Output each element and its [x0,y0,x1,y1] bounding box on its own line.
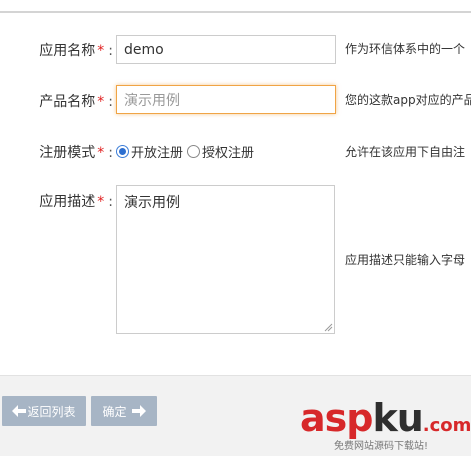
arrow-right-icon [131,405,146,417]
watermark-tagline: 免费网站源码下载站! [334,441,429,452]
confirm-label: 确定 [102,404,127,419]
description-textarea[interactable]: 演示用例 [116,185,335,334]
back-to-list-button[interactable]: 返回列表 [2,396,86,426]
top-divider [0,11,471,13]
register-mode-label: 注册模式 *: [0,142,113,162]
required-mark: * [97,43,105,59]
confirm-button[interactable]: 确定 [91,396,157,426]
resize-grip-icon[interactable] [324,323,333,332]
radio-button-checked[interactable] [116,145,129,158]
description-label-text: 应用描述 [39,194,96,210]
required-mark: * [97,145,105,161]
description-hint: 应用描述只能输入字母 [345,253,466,267]
product-name-label-text: 产品名称 [39,94,96,110]
radio-authorized-register-label: 授权注册 [202,146,255,161]
label-colon: : [108,145,113,161]
back-to-list-label: 返回列表 [27,404,76,419]
radio-button-unchecked[interactable] [187,145,201,158]
app-name-label: 应用名称 *: [0,40,113,60]
radio-open-register[interactable]: 开放注册 [116,142,183,161]
arrow-left-icon [12,405,27,417]
watermark-brand-b: ku [372,396,423,440]
label-colon: : [108,43,113,59]
description-value: 演示用例 [124,195,180,211]
register-mode-hint: 允许在该应用下自由注 [345,145,466,159]
app-name-label-text: 应用名称 [39,43,96,59]
required-mark: * [97,94,105,110]
watermark-brand-a: asp [300,396,373,440]
label-colon: : [108,94,113,110]
app-name-input[interactable]: demo [116,35,336,64]
register-mode-radio-group: 开放注册 授权注册 [116,142,258,161]
label-colon: : [108,194,113,210]
watermark-brand-suffix: .com [422,415,471,436]
radio-open-register-label: 开放注册 [131,146,184,161]
app-name-hint: 作为环信体系中的一个 [345,42,466,56]
radio-authorized-register[interactable]: 授权注册 [187,142,254,161]
description-label: 应用描述 *: [0,191,113,211]
app-name-value: demo [124,41,164,58]
required-mark: * [97,194,105,210]
product-name-input[interactable]: 演示用例 [116,85,336,114]
product-name-placeholder: 演示用例 [124,92,180,109]
register-mode-label-text: 注册模式 [39,145,96,161]
product-name-hint: 您的这款app对应的产品 [345,93,471,107]
watermark-logo: aspku.com 免费网站源码下载站! [300,398,471,455]
product-name-label: 产品名称 *: [0,91,113,111]
